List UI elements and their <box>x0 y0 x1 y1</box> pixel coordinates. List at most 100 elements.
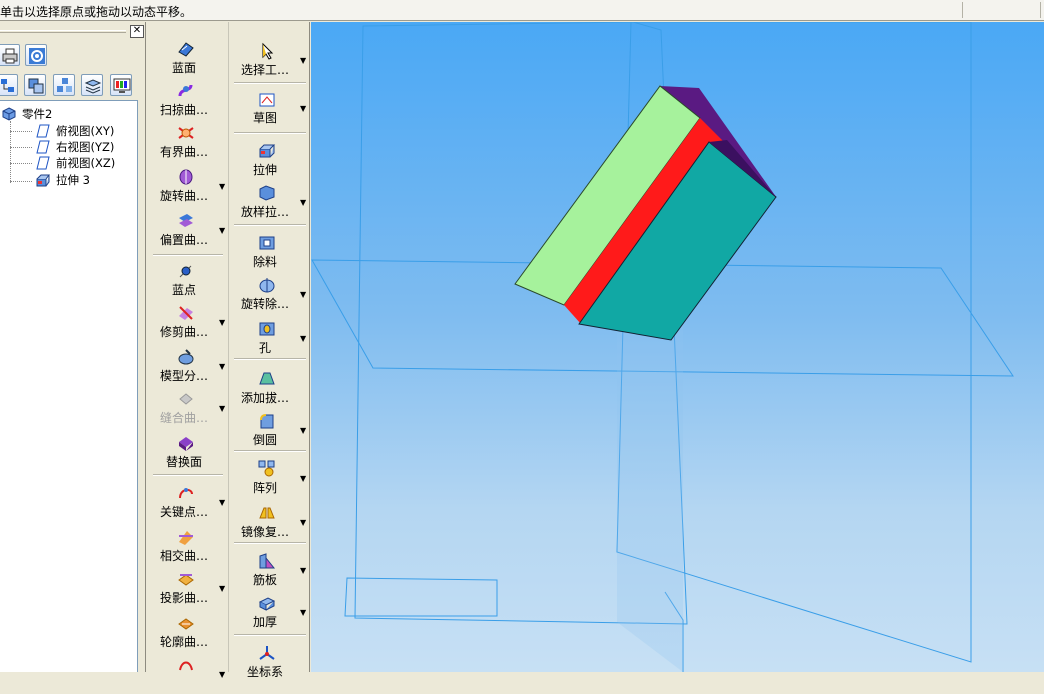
tool-contour-curve[interactable]: 轮廓曲… <box>151 612 223 652</box>
tool-cut[interactable]: 除料 <box>232 232 304 272</box>
tool-extrude[interactable]: 拉伸 <box>232 140 304 180</box>
tool-thicken[interactable]: 加厚 ▼ <box>232 592 306 632</box>
tool-coordinate-system[interactable]: 坐标系 <box>232 642 304 682</box>
tool-rib[interactable]: 筋板 ▼ <box>232 550 306 590</box>
dropdown-arrow-icon[interactable]: ▼ <box>300 56 306 65</box>
dropdown-arrow-icon[interactable]: ▼ <box>300 608 306 617</box>
tool-more-curve[interactable]: ▼ <box>151 654 225 694</box>
dropdown-arrow-icon[interactable]: ▼ <box>219 670 225 679</box>
parts-icon[interactable] <box>53 74 75 96</box>
toolbar-separator <box>234 82 306 84</box>
stitch-surface-icon <box>177 390 195 408</box>
dropdown-arrow-icon[interactable]: ▼ <box>300 474 306 483</box>
layers-icon[interactable] <box>24 74 46 96</box>
coordinate-system-icon <box>258 644 276 662</box>
tree-connector <box>10 181 32 182</box>
scene <box>311 22 1014 672</box>
intersect-curve-icon <box>177 528 195 546</box>
display-icon[interactable] <box>110 74 132 96</box>
tool-bounded-surface[interactable]: 有界曲… <box>151 122 223 162</box>
tool-sweep-surface[interactable]: 扫掠曲… <box>151 80 223 120</box>
tree-connector <box>10 147 32 148</box>
bounded-surface-icon <box>177 124 195 142</box>
tool-label: 拉伸 <box>252 163 277 177</box>
tool-revolve-surface[interactable]: 旋转曲… ▼ <box>151 166 225 206</box>
dropdown-arrow-icon[interactable]: ▼ <box>219 226 225 235</box>
dropdown-arrow-icon[interactable]: ▼ <box>219 404 225 413</box>
stack-icon[interactable] <box>81 74 103 96</box>
tool-fillet[interactable]: 倒圆 ▼ <box>232 410 306 450</box>
tool-offset-surface[interactable]: 偏置曲… ▼ <box>151 210 225 250</box>
part-icon <box>2 107 16 125</box>
tool-replace-face[interactable]: 替换面 <box>151 432 223 472</box>
pattern-icon <box>258 460 276 478</box>
3d-viewport[interactable] <box>311 22 1044 672</box>
dropdown-arrow-icon[interactable]: ▼ <box>219 362 225 371</box>
plane-edge-fragment <box>344 577 498 617</box>
extrude-feature-icon <box>36 173 50 191</box>
tool-label: 旋转曲… <box>159 189 208 203</box>
tree-item-label: 拉伸 3 <box>56 173 90 187</box>
tool-label: 轮廓曲… <box>159 635 208 649</box>
dropdown-arrow-icon[interactable]: ▼ <box>300 198 306 207</box>
dropdown-arrow-icon[interactable]: ▼ <box>219 498 225 507</box>
toolbar-separator <box>153 474 223 476</box>
tool-project-curve[interactable]: 投影曲… ▼ <box>151 568 225 608</box>
tool-blue-point[interactable]: 蓝点 <box>151 260 223 300</box>
tool-mirror[interactable]: 镜像复… ▼ <box>232 502 306 542</box>
dropdown-arrow-icon[interactable]: ▼ <box>300 426 306 435</box>
tool-hole[interactable]: 孔 ▼ <box>232 318 306 358</box>
tool-sketch[interactable]: 草图 ▼ <box>232 88 306 128</box>
feature-panel: ✕ 零件2 俯视图(XY) 右视图(YZ) 前视图(XZ) 拉伸 3 <box>0 22 146 672</box>
tree-item-label: 前视图(XZ) <box>56 156 116 170</box>
close-icon[interactable]: ✕ <box>130 25 144 38</box>
thicken-icon <box>258 594 276 612</box>
draft-icon <box>258 370 276 388</box>
dropdown-arrow-icon[interactable]: ▼ <box>300 334 306 343</box>
revolve-cut-icon <box>258 276 276 294</box>
tool-model-split[interactable]: 模型分… ▼ <box>151 346 225 386</box>
dropdown-arrow-icon[interactable]: ▼ <box>300 566 306 575</box>
panel-grip[interactable] <box>0 30 126 33</box>
extrude-solid <box>514 85 777 341</box>
sweep-surface-icon <box>177 82 195 100</box>
dropdown-arrow-icon[interactable]: ▼ <box>300 290 306 299</box>
tool-label: 有界曲… <box>159 145 208 159</box>
tool-label: 旋转除… <box>240 297 289 311</box>
tool-label: 除料 <box>252 255 277 269</box>
tool-revolve-cut[interactable]: 旋转除… ▼ <box>232 274 306 314</box>
tool-label: 加厚 <box>252 615 277 629</box>
tool-select[interactable]: 选择工… ▼ <box>232 40 306 80</box>
tool-label: 添加拔… <box>240 391 289 405</box>
tool-label: 镜像复… <box>240 525 289 539</box>
dropdown-arrow-icon[interactable]: ▼ <box>219 584 225 593</box>
toolbar-separator <box>234 224 306 226</box>
tool-label: 阵列 <box>252 481 277 495</box>
dropdown-arrow-icon[interactable]: ▼ <box>300 518 306 527</box>
dropdown-arrow-icon[interactable]: ▼ <box>219 182 225 191</box>
tool-label: 关键点… <box>159 505 208 519</box>
feature-tree-icon[interactable] <box>0 74 18 96</box>
tool-loft[interactable]: 放样拉… ▼ <box>232 182 306 222</box>
tool-blue-surface[interactable]: 蓝面 <box>151 38 223 78</box>
tool-label: 替换面 <box>165 455 202 469</box>
tool-stitch-surface[interactable]: 缝合曲… ▼ <box>151 388 225 428</box>
tool-label: 模型分… <box>159 369 208 383</box>
tool-draft[interactable]: 添加拔… <box>232 368 304 408</box>
tool-trim-surface[interactable]: 修剪曲… ▼ <box>151 302 225 342</box>
tool-pattern[interactable]: 阵列 ▼ <box>232 458 306 498</box>
dropdown-arrow-icon[interactable]: ▼ <box>300 104 306 113</box>
tool-key-point[interactable]: 关键点… ▼ <box>151 482 225 522</box>
revolve-surface-icon <box>177 168 195 186</box>
printer-icon[interactable] <box>0 44 20 66</box>
rib-icon <box>258 552 276 570</box>
contour-curve-icon <box>177 614 195 632</box>
tool-label: 缝合曲… <box>159 411 208 425</box>
gear-settings-icon[interactable] <box>25 44 47 66</box>
key-point-icon <box>177 484 195 502</box>
select-tool-icon <box>258 42 276 60</box>
dropdown-arrow-icon[interactable]: ▼ <box>219 318 225 327</box>
tool-intersect-curve[interactable]: 相交曲… <box>151 526 223 566</box>
tool-label: 修剪曲… <box>159 325 208 339</box>
tool-label: 相交曲… <box>159 549 208 563</box>
